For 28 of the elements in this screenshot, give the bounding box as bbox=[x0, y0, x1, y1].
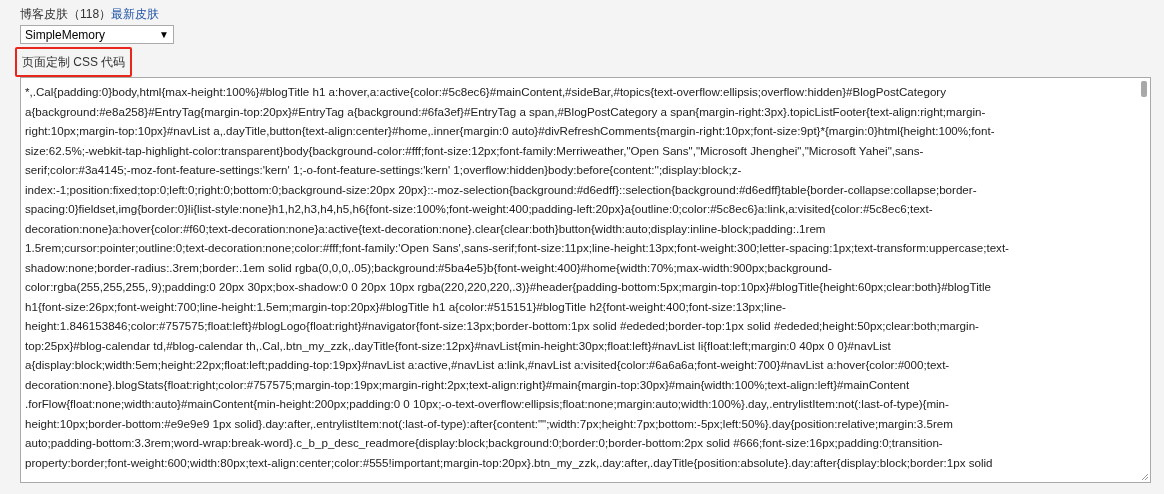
code-line: serif;color:#3a4145;-moz-font-feature-settings:'kern' 1;-o-font-feature-settings:'kern' 1;overflow:hidden}body:before{content:'';display:block;z- bbox=[25, 162, 742, 178]
code-line: a{display:block;width:5em;height:22px;float:left;padding-top:19px}#navList a:active,#navList a:link,#navList a:visited{color:#6a6a6a;font-weight:700}#navList a:hover{color:#000;text- bbox=[25, 357, 950, 373]
code-line: color:rgba(255,255,255,.9);padding:0 20px 30px;box-shadow:0 0 20px 10px rgba(220,220,220,.3)}#header{padding-bottom:5px;margin-top:10px}#blogTitle{height:60px;clear:both}#blogTitle bbox=[25, 279, 991, 295]
code-line: decoration:none}.blogStats{float:right;color:#757575;margin-top:19px;margin-right:2px;text-align:right}#main{margin-top:30px}#main{width:100%;text-align:left}#mainContent bbox=[25, 376, 910, 393]
css-code-textarea[interactable] bbox=[20, 77, 1151, 483]
skin-label: 博客皮肤（118） bbox=[20, 6, 112, 23]
code-line: right:10px;margin-top:10px}#navList a,.dayTitle,button{text-align:center}#home,.inner{margin:0 auto}#divRefreshComments{margin-right:10px;font-size:9pt}*{margin:0}html{height:100%;font- bbox=[25, 123, 995, 139]
code-line: *,.Cal{padding:0}body,html{max-height:100%}#blogTitle h1 a:hover,a:active{color:#5c8ec6}#mainContent,#sideBar,#topics{text-overflow:ellipsis;overflow:hidden}#BlogPostCategory bbox=[25, 84, 946, 100]
code-line: spacing:0}fieldset,img{border:0}li{list-style:none}h1,h2,h3,h4,h5,h6{font-size:100%;font-weight:400;padding-left:20px}a{outline:0;color:#5c8ec6}a:link,a:visited{color:#5c8ec6;text- bbox=[25, 201, 933, 217]
latest-skins-link[interactable]: 最新皮肤 bbox=[111, 5, 160, 23]
code-line: shadow:none;border-radius:.3rem;border:.1em solid rgba(0,0,0,.05);background:#5ba4e5}b{font-weight:400}#home{width:70%;max-width:900px;background- bbox=[25, 259, 832, 276]
scrollbar-thumb[interactable] bbox=[1141, 81, 1147, 97]
code-line: height:10px;border-bottom:#e9e9e9 1px solid}.day:after,.entrylistItem:not(:last-of-type):after{content:"";width:7px;height:7px;bottom:-5px;left:50%}.day{position:relative;margin:3.5rem bbox=[25, 415, 953, 432]
css-section-label: 页面定制 CSS 代码 bbox=[15, 47, 133, 77]
code-line: auto;padding-bottom:3.3rem;word-wrap:break-word}.c_b_p_desc_readmore{display:block;background:0;border:0;border-bottom:2px solid #666;font-size:16px;padding:0;transition- bbox=[25, 435, 943, 451]
code-line: index:-1;position:fixed;top:0;left:0;right:0;bottom:0;background-size:20px 20px}::-moz-selection{background:#d6edff}::selection{background:#d6edff}table{border-collapse:collapse;border- bbox=[25, 181, 977, 198]
code-line: .forFlow{float:none;width:auto}#mainContent{min-height:200px;padding:0 0 10px;-o-text-overflow:ellipsis;float:none;margin:auto;width:100%}.day,.entrylistItem:not(:last-of-type){min- bbox=[25, 396, 949, 412]
code-line: a{background:#e8a258}#EntryTag{margin-top:20px}#EntryTag a{background:#6fa3ef}#EntryTag a span,#BlogPostCategory a span{margin-right:3px}.topicListFooter{text-align:right;margin- bbox=[25, 103, 986, 120]
code-line: 1.5rem;cursor:pointer;outline:0;text-decoration:none;color:#fff;font-family:'Open Sans',sans-serif;font-size:11px;line-height:13px;font-weight:300;letter-spacing:1px;text-transform:uppercase;text- bbox=[25, 240, 1009, 256]
code-line: top:25px}#blog-calendar td,#blog-calendar th,.Cal,.btn_my_zzk,.dayTitle{font-size:12px}#navList{min-height:30px;float:left}#navList li{float:left;margin:0 40px 0 0}#navList bbox=[25, 337, 891, 354]
code-line: size:62.5%;-webkit-tap-highlight-color:transparent}body{background-color:#fff;font-size:12px;font-family:Merriweather,"Open Sans","Microsoft Jhenghei","Microsoft Yahei",sans- bbox=[25, 142, 924, 159]
code-line: h1{font-size:26px;font-weight:700;line-height:1.5em;margin-top:20px}#blogTitle h1 a{color:#515151}#blogTitle h2{font-weight:400;font-size:13px;line- bbox=[25, 298, 786, 315]
code-line: property:border;font-weight:600;width:80px;text-align:center;color:#555!important;margin-top:20px}.btn_my_zzk,.day:after,.dayTitle{position:absolute}.day:after{display:block;border:1px solid bbox=[25, 454, 993, 471]
resize-grip-icon[interactable] bbox=[1141, 473, 1149, 481]
skin-select[interactable]: SimpleMemory ▼ bbox=[20, 25, 174, 44]
code-line: decoration:none}a:hover{color:#f60;text-decoration:none}a:active{text-decoration:none}.clear{clear:both}button{width:auto;display:inline-block;padding:.1rem bbox=[25, 220, 826, 237]
dropdown-arrow-icon: ▼ bbox=[159, 27, 169, 42]
code-line: height:1.846153846;color:#757575;float:left}#blogLogo{float:right}#navigator{font-size:13px;border-bottom:1px solid #ededed;border-top:1px solid #ededed;height:50px;clear:both;margin- bbox=[25, 318, 979, 334]
